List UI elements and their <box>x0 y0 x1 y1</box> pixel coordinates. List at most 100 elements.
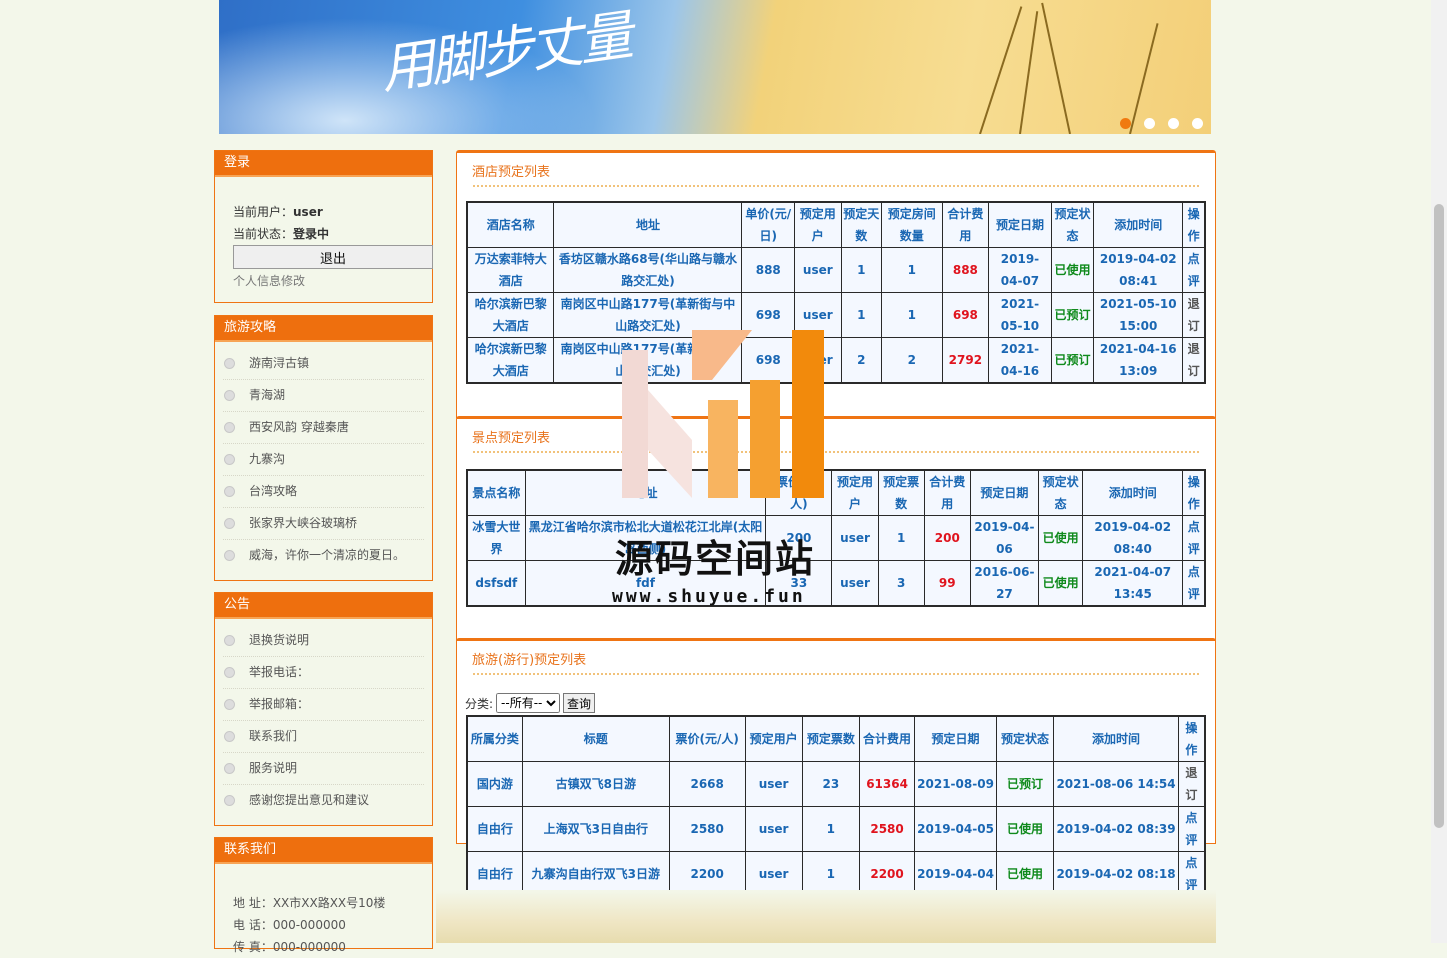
table-cell: user <box>831 515 879 561</box>
table-row: 冰雪大世界 黑龙江省哈尔滨市松北大道松花江北岸(太阳岛西侧) 200 user 1 200… <box>466 515 1206 561</box>
row-action-link[interactable]: 点评 <box>1182 515 1206 561</box>
column-header: 添加时间 <box>1082 469 1184 516</box>
guide-item-label: 西安风韵 穿越秦唐 <box>249 420 349 434</box>
bullet-icon <box>224 667 235 678</box>
carousel-dot[interactable] <box>1144 118 1155 129</box>
bullet-icon <box>224 422 235 433</box>
table-header-row: 酒店名称 地址 单价(元/日) 预定用户 预定天数 预定房间数量 合计费用 预定日期 预定状态添… <box>466 201 1206 248</box>
table-cell: 上海双飞3日自由行 <box>521 806 670 852</box>
bullet-icon <box>224 550 235 561</box>
notice-item[interactable]: 联系我们 <box>223 721 424 753</box>
column-header: 预定用户 <box>794 201 842 248</box>
column-header: 预定状态 <box>995 715 1055 762</box>
guide-item[interactable]: 游南浔古镇 <box>223 348 424 380</box>
column-header: 单价(元/日) <box>741 201 796 248</box>
guide-item[interactable]: 九寨沟 <box>223 444 424 476</box>
table-cell: 698 <box>741 292 796 338</box>
row-action-link[interactable]: 点评 <box>1177 806 1206 852</box>
table-cell: 2021-04-16 13:09 <box>1093 337 1184 384</box>
notice-item[interactable]: 服务说明 <box>223 753 424 785</box>
table-cell: 2019-04-02 08:39 <box>1053 806 1179 852</box>
table-cell: 2 <box>840 337 882 384</box>
notice-item[interactable]: 退换货说明 <box>223 625 424 657</box>
carousel-dot[interactable] <box>1168 118 1179 129</box>
query-button[interactable]: 查询 <box>563 693 596 713</box>
carousel-dot[interactable] <box>1192 118 1203 129</box>
guide-item[interactable]: 西安风韵 穿越秦唐 <box>223 412 424 444</box>
column-header: 地址 <box>553 201 743 248</box>
row-action-link[interactable]: 退订 <box>1182 337 1206 384</box>
table-cell: 1 <box>801 806 860 852</box>
column-header: 票价(元/人) <box>668 715 746 762</box>
table-cell: user <box>831 560 879 607</box>
table-cell: 1 <box>840 247 882 293</box>
table-cell: 2016-06-27 <box>969 560 1040 607</box>
table-cell: 2580 <box>668 806 746 852</box>
table-cell: 已使用 <box>995 806 1055 852</box>
table-cell: 南岗区中山路177号(革新街与中山路交汇处) <box>553 292 743 338</box>
notices-list: 退换货说明 举报电话： 举报邮箱： 联系我们 服务说明 感谢您提出意见和建议 <box>215 619 432 816</box>
table-cell: 2021-04-16 <box>988 337 1052 384</box>
table-cell: user <box>794 292 842 338</box>
table-cell: 已使用 <box>1038 515 1084 561</box>
title-divider <box>473 451 1199 453</box>
table-cell: user <box>794 337 842 384</box>
guide-item-label: 九寨沟 <box>249 452 286 466</box>
carousel-dot[interactable] <box>1120 118 1131 129</box>
notice-item-label: 退换货说明 <box>249 633 310 647</box>
profile-edit-link[interactable]: 个人信息修改 <box>233 269 432 293</box>
table-cell: 2668 <box>668 761 746 807</box>
title-divider <box>473 673 1199 675</box>
travel-guides-list: 游南浔古镇 青海湖 西安风韵 穿越秦唐 九寨沟 台湾攻略 张家界大峡谷玻璃桥 威… <box>215 342 432 571</box>
guide-item[interactable]: 威海，许你一个清凉的夏日。 <box>223 540 424 571</box>
guide-item-label: 张家界大峡谷玻璃桥 <box>249 516 358 530</box>
notice-item[interactable]: 举报电话： <box>223 657 424 689</box>
table-cell: user <box>744 761 803 807</box>
bullet-icon <box>224 518 235 529</box>
guide-item[interactable]: 台湾攻略 <box>223 476 424 508</box>
notice-item[interactable]: 感谢您提出意见和建议 <box>223 785 424 816</box>
table-cell: 自由行 <box>466 806 523 852</box>
table-cell: 2019-04-02 08:40 <box>1082 515 1184 561</box>
column-header: 酒店名称 <box>466 201 555 248</box>
table-cell: 888 <box>741 247 796 293</box>
table-cell: 1 <box>877 515 925 561</box>
logout-button[interactable]: 退出 <box>233 245 433 269</box>
column-header: 地址 <box>524 469 767 516</box>
tour-panel-title: 旅游(游行)预定列表 <box>472 653 587 668</box>
table-row: dsfsdf fdf 33 user 3 99 2016-06-27 已使用 2021-04-0… <box>466 560 1206 607</box>
table-cell: 2019-04-07 <box>988 247 1052 293</box>
table-cell: 61364 <box>858 761 916 807</box>
notice-item[interactable]: 举报邮箱： <box>223 689 424 721</box>
guide-item-label: 威海，许你一个清凉的夏日。 <box>249 548 406 562</box>
category-select[interactable]: --所有-- <box>496 693 561 713</box>
scenic-panel-title: 景点预定列表 <box>472 431 551 446</box>
row-action-link[interactable]: 退订 <box>1182 292 1206 338</box>
banner-carousel[interactable]: 用脚步丈量 <box>219 0 1211 134</box>
table-cell: 200 <box>923 515 971 561</box>
notices-box: 公告 退换货说明 举报电话： 举报邮箱： 联系我们 服务说明 感谢您提出意见和建… <box>214 592 433 826</box>
row-action-link[interactable]: 点评 <box>1182 247 1206 293</box>
scrollbar-thumb[interactable] <box>1434 204 1444 828</box>
bullet-icon <box>224 699 235 710</box>
table-cell: 2 <box>880 337 943 384</box>
table-cell: 2019-04-06 <box>969 515 1040 561</box>
carousel-dots <box>1120 118 1203 129</box>
bullet-icon <box>224 454 235 465</box>
table-cell: 23 <box>801 761 860 807</box>
column-header: 合计费用 <box>923 469 971 516</box>
table-cell: 2021-04-07 13:45 <box>1082 560 1184 607</box>
guide-item[interactable]: 青海湖 <box>223 380 424 412</box>
page-scrollbar[interactable] <box>1431 0 1447 943</box>
table-cell: fdf <box>524 560 767 607</box>
table-row: 国内游 古镇双飞8日游 2668 user 23 61364 2021-08-09 已预订 20… <box>466 761 1206 807</box>
hotel-panel-title: 酒店预定列表 <box>472 165 551 180</box>
bullet-icon <box>224 795 235 806</box>
table-cell: user <box>794 247 842 293</box>
guide-item[interactable]: 张家界大峡谷玻璃桥 <box>223 508 424 540</box>
row-action-link[interactable]: 点评 <box>1182 560 1206 607</box>
row-action-link[interactable]: 退订 <box>1177 761 1206 807</box>
table-cell: dsfsdf <box>466 560 526 607</box>
table-cell: 哈尔滨新巴黎大酒店 <box>466 337 555 384</box>
column-header: 操作 <box>1177 715 1206 762</box>
